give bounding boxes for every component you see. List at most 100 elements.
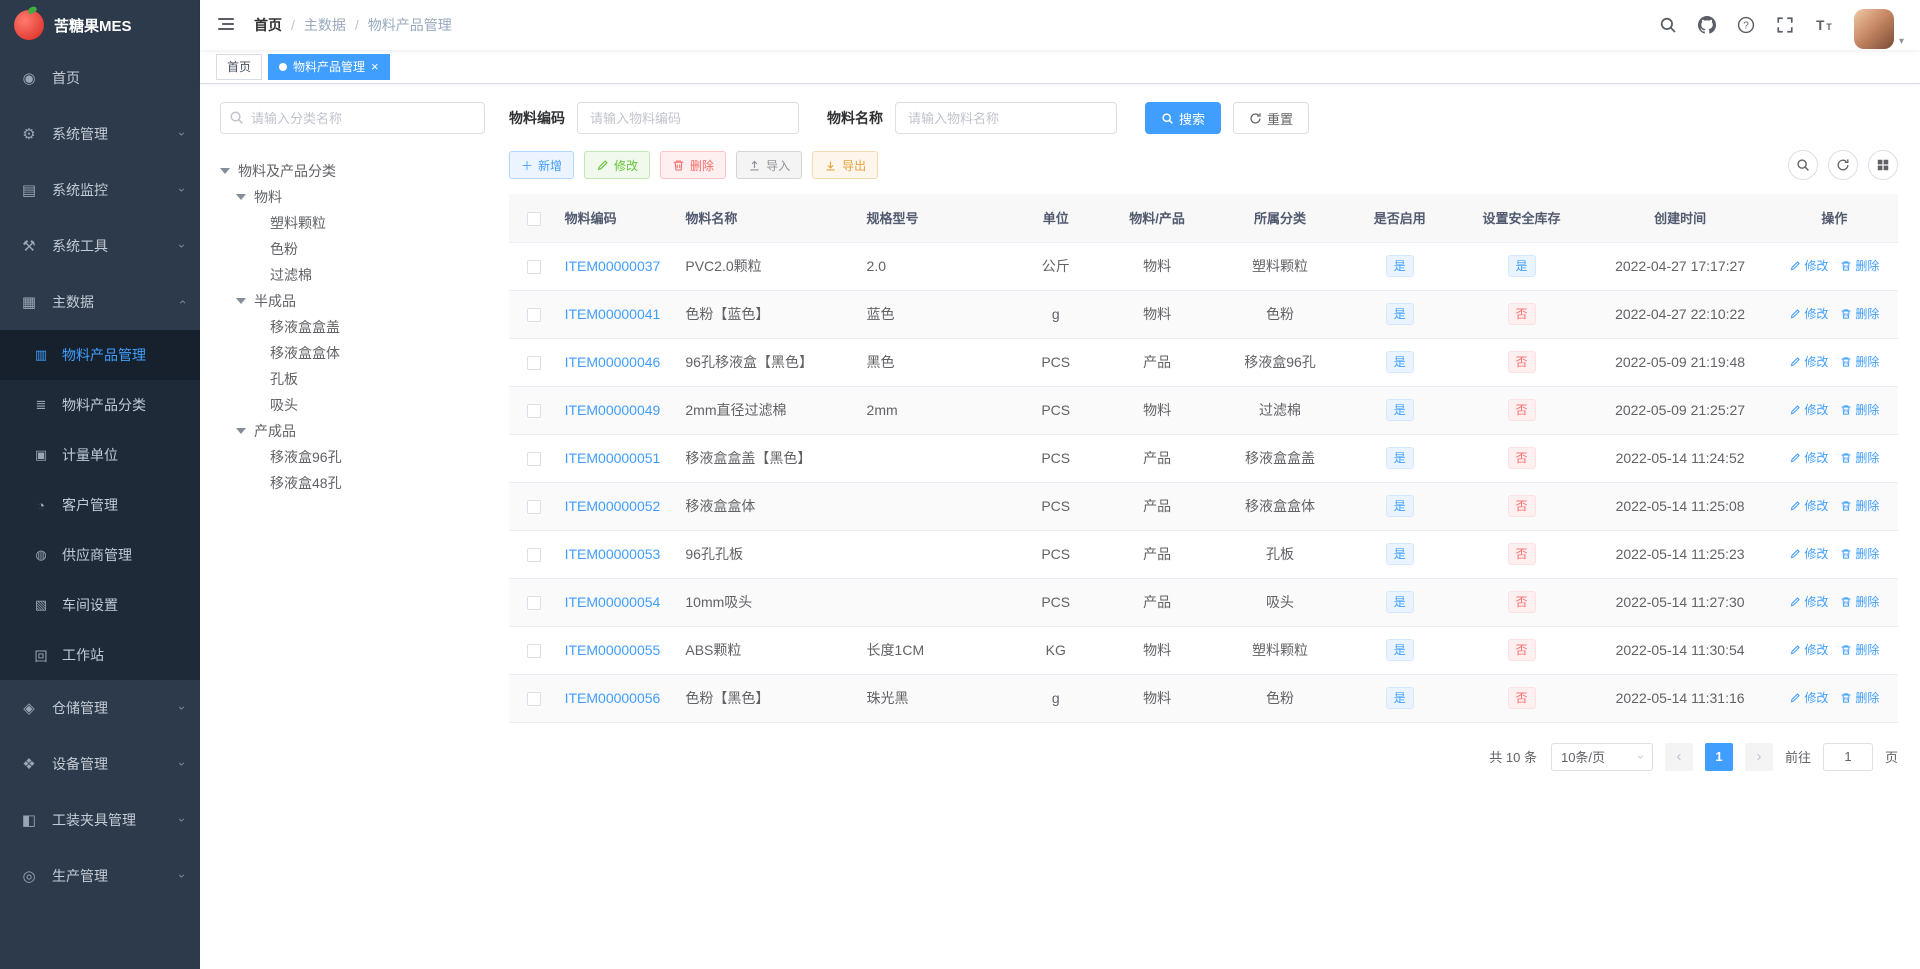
tree-node-label[interactable]: 物料及产品分类 <box>238 161 336 181</box>
row-checkbox[interactable] <box>526 356 541 371</box>
row-edit-link[interactable]: 修改 <box>1789 257 1828 274</box>
tree-node-label[interactable]: 塑料颗粒 <box>270 213 326 233</box>
row-checkbox[interactable] <box>526 260 541 275</box>
next-page-button[interactable]: › <box>1744 742 1773 771</box>
app-logo[interactable]: 苦糖果MES <box>0 0 200 50</box>
material-code-link[interactable]: ITEM00000041 <box>565 306 661 322</box>
page-size-select[interactable]: 10条/页 › <box>1550 742 1653 771</box>
sidebar-item-equipment[interactable]: ❖ 设备管理 › <box>0 736 200 792</box>
tree-node-label[interactable]: 移液盒48孔 <box>270 473 342 493</box>
tree-node-label[interactable]: 孔板 <box>270 369 298 389</box>
refresh-button[interactable] <box>1828 150 1858 180</box>
columns-button[interactable] <box>1868 150 1898 180</box>
row-edit-link[interactable]: 修改 <box>1789 353 1828 370</box>
toggle-search-button[interactable] <box>1788 150 1818 180</box>
select-all-checkbox[interactable] <box>526 211 541 226</box>
row-delete-link[interactable]: 删除 <box>1840 353 1879 370</box>
row-delete-link[interactable]: 删除 <box>1840 305 1879 322</box>
sidebar-item-workstation[interactable]: 回工作站 <box>0 630 200 680</box>
caret-icon[interactable] <box>236 428 246 434</box>
import-button[interactable]: 导入 <box>736 151 803 179</box>
row-checkbox[interactable] <box>526 452 541 467</box>
reset-button[interactable]: 重置 <box>1233 102 1310 134</box>
row-edit-link[interactable]: 修改 <box>1789 641 1828 658</box>
row-edit-link[interactable]: 修改 <box>1789 497 1828 514</box>
material-code-link[interactable]: ITEM00000051 <box>565 450 661 466</box>
sidebar-item-workshop[interactable]: ▧ 车间设置 <box>0 580 200 630</box>
tree-node-label[interactable]: 移液盒盒体 <box>270 343 340 363</box>
hamburger-icon[interactable] <box>216 14 238 36</box>
search-button[interactable]: 搜索 <box>1145 102 1222 134</box>
material-code-link[interactable]: ITEM00000055 <box>565 642 661 658</box>
github-icon[interactable] <box>1698 16 1717 35</box>
category-search-input[interactable] <box>220 102 485 134</box>
tab-物料产品管理[interactable]: 物料产品管理 × <box>268 53 390 80</box>
row-edit-link[interactable]: 修改 <box>1789 593 1828 610</box>
row-delete-link[interactable]: 删除 <box>1840 497 1879 514</box>
sidebar-item-fixture[interactable]: ◧ 工装夹具管理 › <box>0 792 200 848</box>
sidebar-item-master-data[interactable]: ▦ 主数据 › <box>0 274 200 330</box>
sidebar-item-tools[interactable]: ⚒ 系统工具 › <box>0 218 200 274</box>
breadcrumb-item[interactable]: 主数据 <box>304 15 346 35</box>
tree-node-label[interactable]: 吸头 <box>270 395 298 415</box>
row-checkbox[interactable] <box>526 404 541 419</box>
row-delete-link[interactable]: 删除 <box>1840 401 1879 418</box>
edit-button[interactable]: 修改 <box>584 151 651 179</box>
sidebar-item-customer[interactable]: ◔ 客户管理 <box>0 480 200 530</box>
tree-node-label[interactable]: 半成品 <box>254 291 296 311</box>
row-checkbox[interactable] <box>526 500 541 515</box>
material-code-link[interactable]: ITEM00000053 <box>565 546 661 562</box>
material-code-link[interactable]: ITEM00000054 <box>565 594 661 610</box>
material-name-input[interactable] <box>895 102 1117 134</box>
page-number-1[interactable]: 1 <box>1704 742 1733 771</box>
sidebar-item-monitor[interactable]: ▤ 系统监控 › <box>0 162 200 218</box>
goto-page-input[interactable] <box>1822 742 1873 771</box>
row-edit-link[interactable]: 修改 <box>1789 689 1828 706</box>
row-checkbox[interactable] <box>526 692 541 707</box>
material-code-link[interactable]: ITEM00000037 <box>565 258 661 274</box>
material-code-input[interactable] <box>577 102 799 134</box>
search-icon[interactable] <box>1659 16 1678 35</box>
tree-node-label[interactable]: 移液盒盒盖 <box>270 317 340 337</box>
sidebar-item-material-product[interactable]: ▥ 物料产品管理 <box>0 330 200 380</box>
row-delete-link[interactable]: 删除 <box>1840 641 1879 658</box>
row-edit-link[interactable]: 修改 <box>1789 545 1828 562</box>
font-size-icon[interactable]: TT <box>1815 16 1834 35</box>
help-icon[interactable]: ? <box>1737 16 1756 35</box>
material-code-link[interactable]: ITEM00000056 <box>565 690 661 706</box>
tree-node-label[interactable]: 产成品 <box>254 421 296 441</box>
material-code-link[interactable]: ITEM00000049 <box>565 402 661 418</box>
row-edit-link[interactable]: 修改 <box>1789 401 1828 418</box>
export-button[interactable]: 导出 <box>812 151 879 179</box>
row-checkbox[interactable] <box>526 308 541 323</box>
row-delete-link[interactable]: 删除 <box>1840 257 1879 274</box>
tab-首页[interactable]: 首页 <box>216 53 263 80</box>
delete-button[interactable]: 删除 <box>660 151 727 179</box>
sidebar-item-warehouse[interactable]: ◈ 仓储管理 › <box>0 680 200 736</box>
caret-icon[interactable] <box>236 298 246 304</box>
breadcrumb-item[interactable]: 首页 <box>254 15 282 35</box>
avatar[interactable] <box>1853 9 1894 49</box>
row-checkbox[interactable] <box>526 548 541 563</box>
tree-node-label[interactable]: 过滤棉 <box>270 265 312 285</box>
sidebar-item-supplier[interactable]: ◍ 供应商管理 <box>0 530 200 580</box>
prev-page-button[interactable]: ‹ <box>1664 742 1693 771</box>
material-code-link[interactable]: ITEM00000046 <box>565 354 661 370</box>
sidebar-item-production[interactable]: ◎ 生产管理 › <box>0 848 200 904</box>
row-delete-link[interactable]: 删除 <box>1840 689 1879 706</box>
tree-node-label[interactable]: 移液盒96孔 <box>270 447 342 467</box>
row-checkbox[interactable] <box>526 644 541 659</box>
close-icon[interactable]: × <box>371 60 379 73</box>
row-delete-link[interactable]: 删除 <box>1840 449 1879 466</box>
row-checkbox[interactable] <box>526 596 541 611</box>
tree-node-label[interactable]: 物料 <box>254 187 282 207</box>
user-menu[interactable]: ▾ <box>1853 9 1904 49</box>
row-edit-link[interactable]: 修改 <box>1789 449 1828 466</box>
add-button[interactable]: ＋ 新增 <box>509 151 575 179</box>
material-code-link[interactable]: ITEM00000052 <box>565 498 661 514</box>
caret-icon[interactable] <box>220 168 230 174</box>
row-edit-link[interactable]: 修改 <box>1789 305 1828 322</box>
caret-icon[interactable] <box>236 194 246 200</box>
sidebar-item-material-category[interactable]: ≣ 物料产品分类 <box>0 380 200 430</box>
fullscreen-icon[interactable] <box>1776 16 1795 35</box>
